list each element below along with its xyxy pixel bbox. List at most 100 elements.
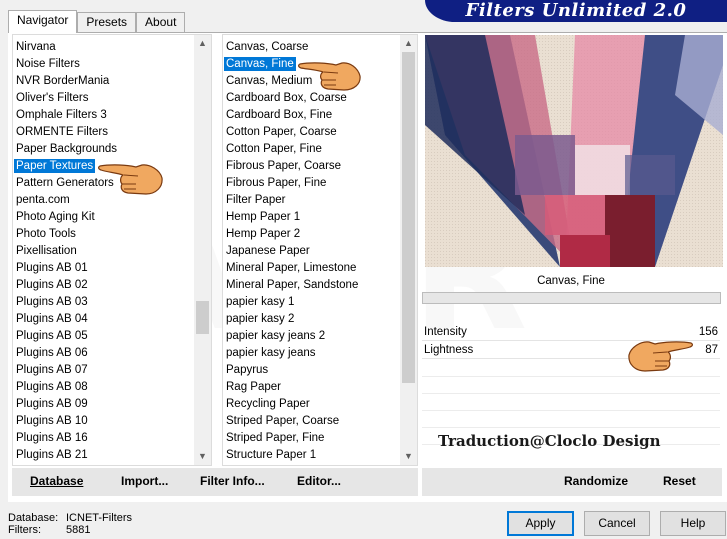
- category-item[interactable]: Pixellisation: [13, 243, 194, 260]
- filter-item[interactable]: Rag Paper: [223, 379, 400, 396]
- category-item-label: Plugins AB 10: [16, 415, 88, 427]
- filter-item-label: Rag Paper: [226, 381, 281, 393]
- category-item[interactable]: Plugins AB 09: [13, 396, 194, 413]
- editor-button[interactable]: Editor...: [297, 474, 341, 488]
- help-button[interactable]: Help: [660, 511, 726, 536]
- category-item[interactable]: Omphale Filters 3: [13, 107, 194, 124]
- filter-item-label: papier kasy 1: [226, 296, 295, 308]
- filter-item-label: Filter Paper: [226, 194, 286, 206]
- reset-button[interactable]: Reset: [663, 474, 696, 488]
- category-list[interactable]: Nirvana Noise Filters NVR BorderMania Olive…: [12, 34, 212, 466]
- category-item-label: Plugins AB 01: [16, 262, 88, 274]
- list-toolbar: Database Import... Filter Info... Editor…: [12, 468, 418, 496]
- filter-item[interactable]: Striped Paper, Fine: [223, 430, 400, 447]
- tab-bar: Navigator Presets About: [8, 10, 186, 33]
- selected-filter-name: Canvas, Fine: [537, 275, 605, 287]
- category-item[interactable]: Noise Filters: [13, 56, 194, 73]
- filter-item[interactable]: Papyrus: [223, 362, 400, 379]
- category-item[interactable]: NVR BorderMania: [13, 73, 194, 90]
- category-item-label: Paper Backgrounds: [16, 143, 118, 155]
- category-item[interactable]: Plugins AB 04: [13, 311, 194, 328]
- filter-item[interactable]: Striped Paper, Coarse: [223, 413, 400, 430]
- filter-item[interactable]: Cardboard Box, Coarse: [223, 90, 400, 107]
- category-item[interactable]: ORMENTE Filters: [13, 124, 194, 141]
- filter-item-label: papier kasy jeans: [226, 347, 316, 359]
- filter-item[interactable]: papier kasy 2: [223, 311, 400, 328]
- scroll-up-icon[interactable]: ▲: [400, 35, 417, 52]
- category-item[interactable]: Plugins AB 01: [13, 260, 194, 277]
- category-item[interactable]: Paper Backgrounds: [13, 141, 194, 158]
- category-item[interactable]: Plugins AB 07: [13, 362, 194, 379]
- filter-item-label: Cardboard Box, Coarse: [226, 92, 347, 104]
- category-item[interactable]: Photo Aging Kit: [13, 209, 194, 226]
- filter-item[interactable]: Fibrous Paper, Fine: [223, 175, 400, 192]
- filter-item-label: papier kasy jeans 2: [226, 330, 326, 342]
- category-item[interactable]: Plugins AB 10: [13, 413, 194, 430]
- category-item[interactable]: Photo Tools: [13, 226, 194, 243]
- filter-item[interactable]: Hemp Paper 2: [223, 226, 400, 243]
- category-item-label: Plugins AB 08: [16, 381, 88, 393]
- category-item[interactable]: Plugins AB 02: [13, 277, 194, 294]
- empty-slider-row: [422, 410, 720, 411]
- category-item[interactable]: Nirvana: [13, 39, 194, 56]
- filter-item[interactable]: papier kasy jeans 2: [223, 328, 400, 345]
- category-item[interactable]: Plugins AB 08: [13, 379, 194, 396]
- status-filters: Filters: 5881: [8, 524, 90, 536]
- empty-slider-row: [422, 427, 720, 428]
- lightness-label: Lightness: [424, 344, 474, 356]
- category-item-label: Photo Tools: [16, 228, 76, 240]
- filter-item[interactable]: Recycling Paper: [223, 396, 400, 413]
- filter-item[interactable]: papier kasy jeans: [223, 345, 400, 362]
- scroll-down-icon[interactable]: ▼: [400, 448, 417, 465]
- filter-item-label: Cotton Paper, Fine: [226, 143, 322, 155]
- filter-item[interactable]: Cotton Paper, Fine: [223, 141, 400, 158]
- status-database-value: ICNET-Filters: [66, 512, 132, 524]
- tab-navigator[interactable]: Navigator: [8, 10, 78, 33]
- filter-item[interactable]: Cardboard Box, Fine: [223, 107, 400, 124]
- filter-item-label: Cardboard Box, Fine: [226, 109, 333, 121]
- database-button[interactable]: Database: [30, 474, 83, 488]
- filter-item[interactable]: Mineral Paper, Limestone: [223, 260, 400, 277]
- category-item[interactable]: Plugins AB 16: [13, 430, 194, 447]
- filter-item[interactable]: Canvas, Coarse: [223, 39, 400, 56]
- status-filters-value: 5881: [66, 524, 91, 536]
- filter-item-label: Structure Paper 1: [226, 449, 317, 461]
- category-item-label: NVR BorderMania: [16, 75, 110, 87]
- category-item-label: Paper Textures: [14, 159, 96, 173]
- filter-item[interactable]: Mineral Paper, Sandstone: [223, 277, 400, 294]
- category-item-label: Omphale Filters 3: [16, 109, 107, 121]
- category-item[interactable]: Oliver's Filters: [13, 90, 194, 107]
- category-scroll-thumb[interactable]: [196, 301, 209, 334]
- filter-item[interactable]: Fibrous Paper, Coarse: [223, 158, 400, 175]
- apply-button[interactable]: Apply: [507, 511, 574, 536]
- randomize-button[interactable]: Randomize: [564, 474, 628, 488]
- filter-item[interactable]: Hemp Paper 1: [223, 209, 400, 226]
- filter-scrollbar[interactable]: ▲ ▼: [400, 35, 417, 465]
- category-scrollbar[interactable]: ▲ ▼: [194, 35, 211, 465]
- filter-item[interactable]: Cotton Paper, Coarse: [223, 124, 400, 141]
- filter-item-label: Recycling Paper: [226, 398, 310, 410]
- filter-list[interactable]: Canvas, Coarse Canvas, Fine Canvas, Medium…: [222, 34, 418, 466]
- tab-presets[interactable]: Presets: [77, 12, 137, 32]
- category-item[interactable]: Plugins AB 03: [13, 294, 194, 311]
- filter-item[interactable]: Filter Paper: [223, 192, 400, 209]
- cancel-button[interactable]: Cancel: [584, 511, 650, 536]
- filter-item[interactable]: Japanese Paper: [223, 243, 400, 260]
- filter-item-label: Striped Paper, Fine: [226, 432, 325, 444]
- category-item-label: Plugins AB 03: [16, 296, 88, 308]
- category-item[interactable]: Plugins AB 06: [13, 345, 194, 362]
- category-item[interactable]: Plugins AB 05: [13, 328, 194, 345]
- scroll-up-icon[interactable]: ▲: [194, 35, 211, 52]
- filter-item-label: Papyrus: [226, 364, 269, 376]
- tab-about[interactable]: About: [136, 12, 186, 32]
- category-item[interactable]: Plugins AB 21: [13, 447, 194, 464]
- import-button[interactable]: Import...: [121, 474, 168, 488]
- scroll-down-icon[interactable]: ▼: [194, 448, 211, 465]
- filter-item-label: Fibrous Paper, Coarse: [226, 160, 342, 172]
- filter-info-button[interactable]: Filter Info...: [200, 474, 265, 488]
- lightness-value: 87: [705, 344, 718, 356]
- filter-item[interactable]: papier kasy 1: [223, 294, 400, 311]
- filter-scroll-thumb[interactable]: [402, 52, 415, 383]
- filter-item[interactable]: Structure Paper 1: [223, 447, 400, 464]
- category-item-label: Photo Aging Kit: [16, 211, 95, 223]
